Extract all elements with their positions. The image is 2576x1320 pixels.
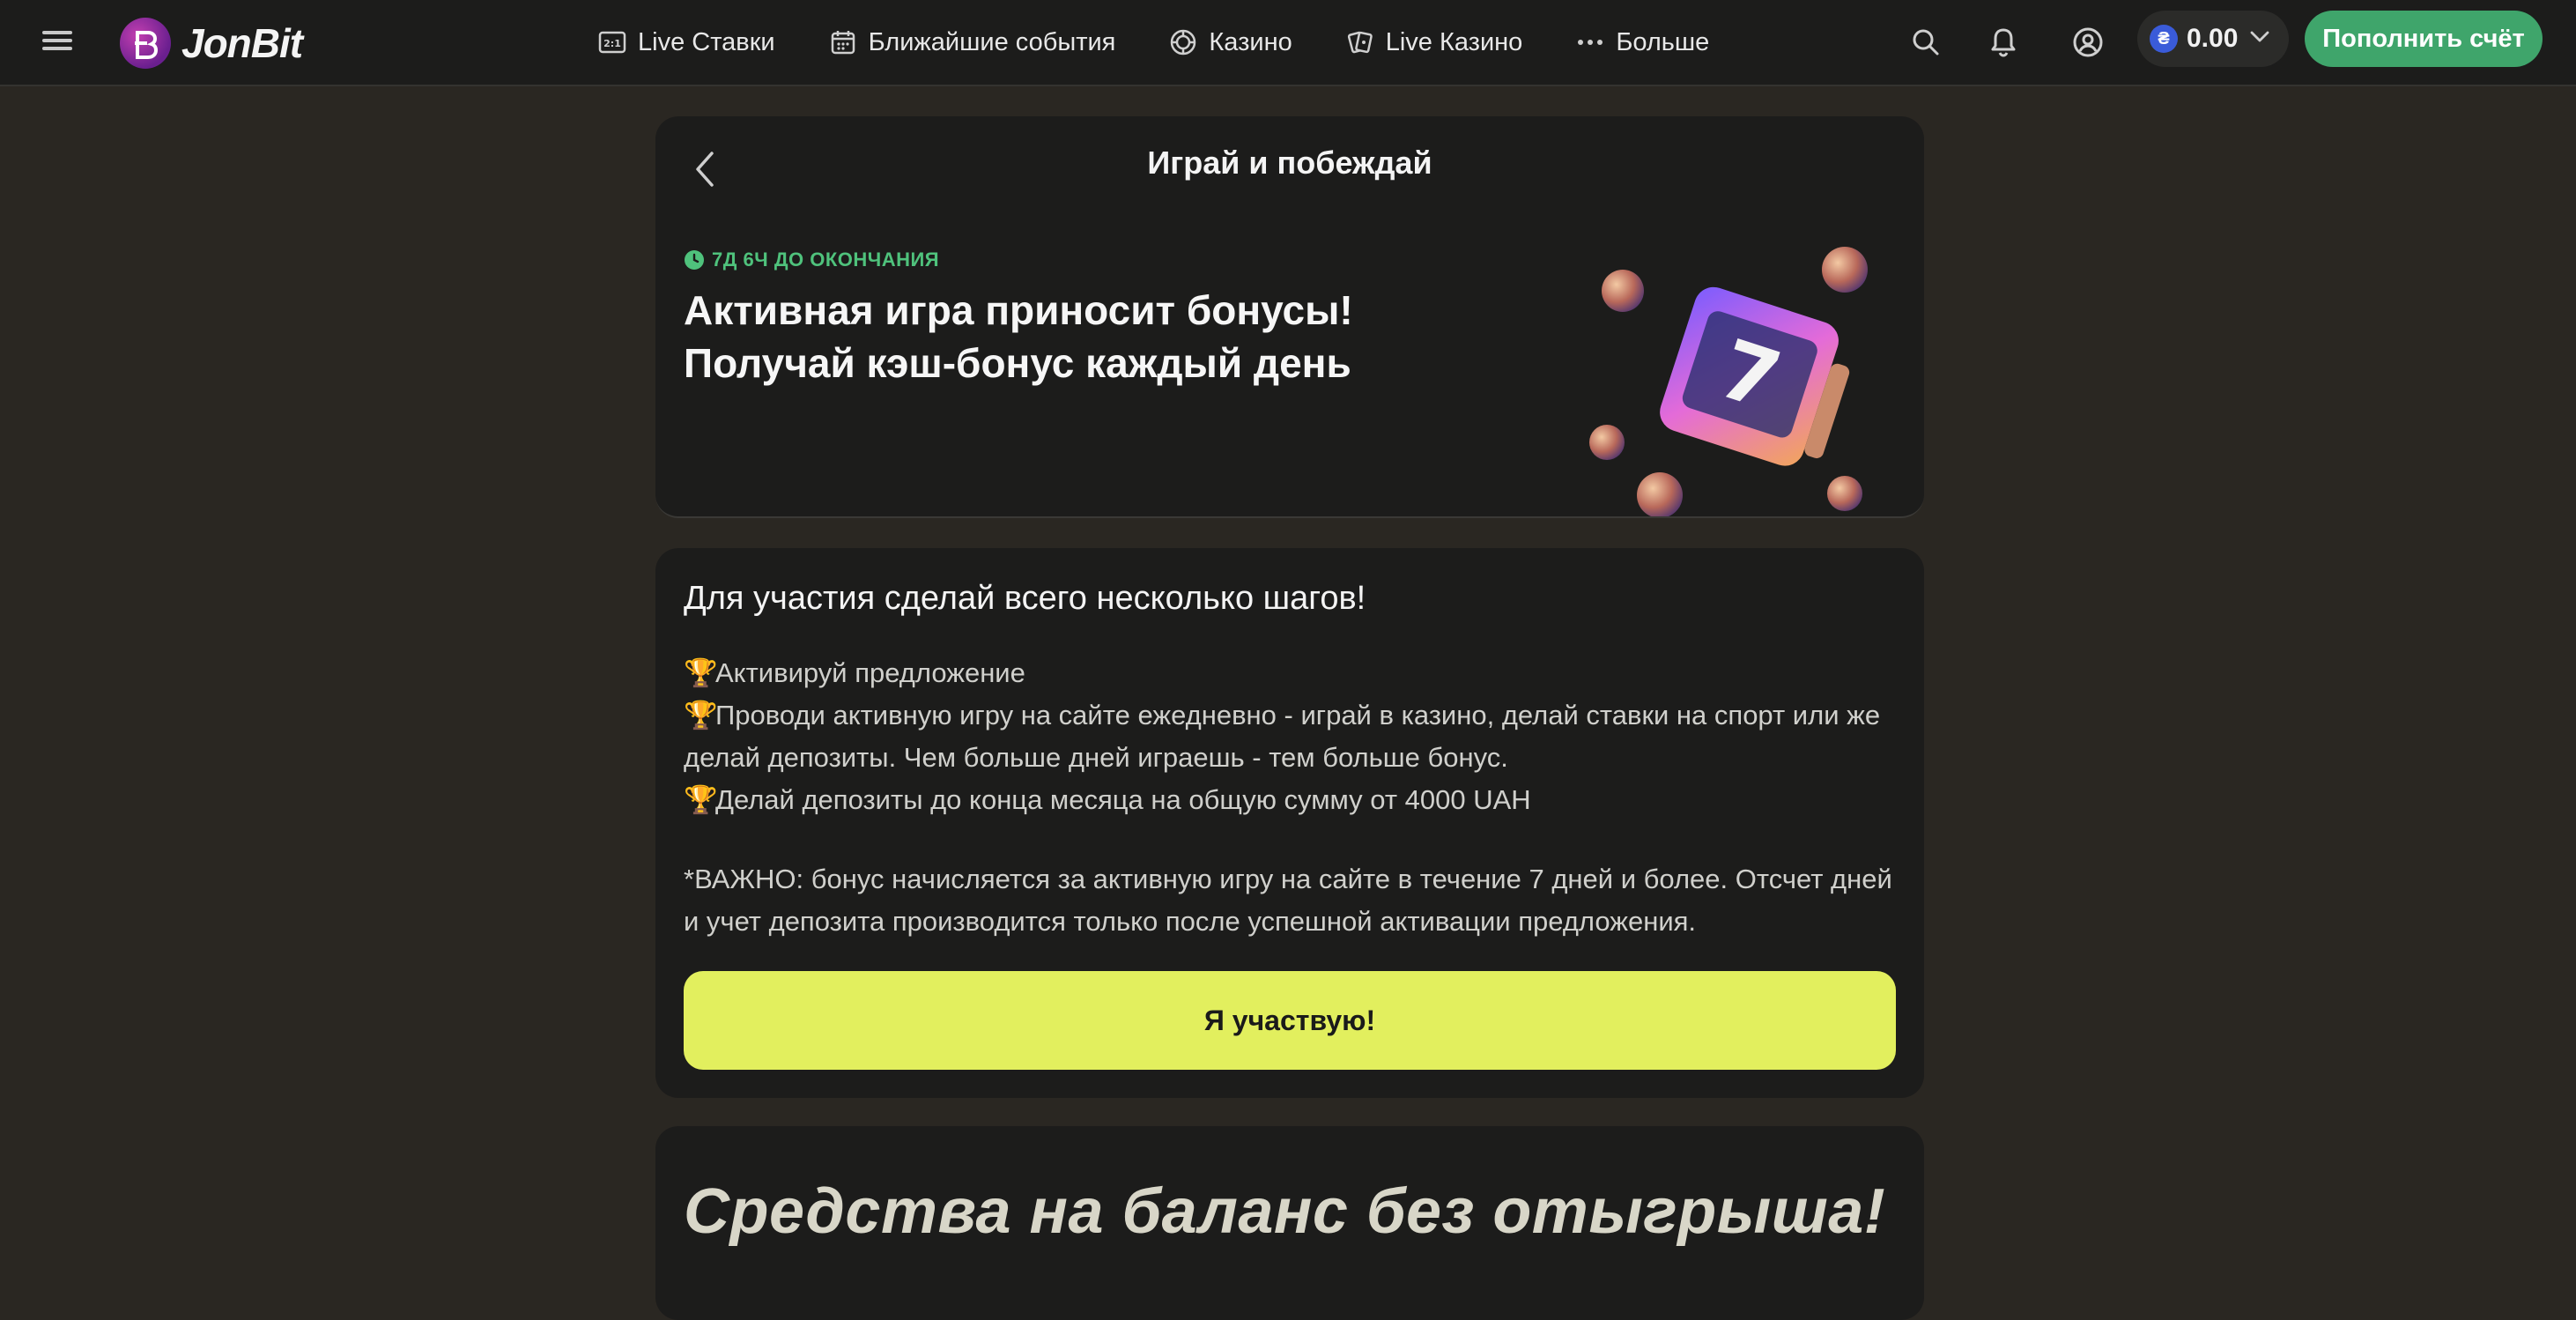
nav-more[interactable]: Больше (1575, 27, 1709, 57)
live-bets-icon: 2:1 (597, 27, 627, 57)
nav-label: Live Казино (1385, 27, 1523, 56)
bell-icon[interactable] (1982, 21, 2025, 63)
main-nav: 2:1 Live Ставки Ближайшие события Казино… (597, 0, 1709, 85)
slot-machine-illustration: 7 (1589, 247, 1868, 516)
promo-header-card: Играй и побеждай 7Д 6Ч ДО ОКОНЧАНИЯ Акти… (655, 116, 1924, 518)
currency-coin-icon: ₴ (2150, 25, 2178, 53)
casino-chip-icon (1168, 27, 1198, 57)
no-wager-banner-card: Средства на баланс без отыгрыша! (655, 1126, 1924, 1320)
nav-label: Ближайшие события (868, 27, 1116, 56)
user-profile-icon[interactable] (2067, 21, 2109, 63)
brand-logo[interactable]: JonBit (120, 12, 303, 74)
nav-live-casino[interactable]: Live Казино (1345, 27, 1523, 57)
search-icon[interactable] (1905, 21, 1947, 63)
balance-selector[interactable]: ₴ 0.00 (2137, 11, 2289, 67)
participate-button[interactable]: Я участвую! (684, 971, 1896, 1070)
trophy-icon: 🏆 (684, 657, 718, 688)
chevron-down-icon (2250, 31, 2269, 48)
deposit-button[interactable]: Пополнить счёт (2305, 11, 2543, 67)
trophy-icon: 🏆 (684, 700, 718, 730)
more-dots-icon (1575, 27, 1605, 57)
list-item: 🏆Активируй предложение (684, 652, 1896, 694)
top-bar: JonBit 2:1 Live Ставки Ближайшие события… (0, 0, 2576, 86)
steps-card: Для участия сделай всего несколько шагов… (655, 548, 1924, 1098)
steps-heading: Для участия сделай всего несколько шагов… (684, 580, 1366, 617)
promo-headline: Активная игра приносит бонусы! Получай к… (684, 284, 1477, 389)
nav-label: Live Ставки (638, 27, 775, 56)
countdown-text: 7Д 6Ч ДО ОКОНЧАНИЯ (712, 248, 940, 271)
nav-upcoming-events[interactable]: Ближайшие события (828, 27, 1116, 57)
nav-casino[interactable]: Казино (1168, 27, 1292, 57)
banner-headline: Средства на баланс без отыгрыша! (684, 1176, 1886, 1247)
logo-mark-icon (120, 18, 171, 69)
page-title: Играй и побеждай (1147, 145, 1432, 181)
trophy-icon: 🏆 (684, 784, 718, 815)
countdown-badge: 7Д 6Ч ДО ОКОНЧАНИЯ (684, 248, 939, 271)
brand-name: JonBit (181, 20, 303, 66)
clock-icon (685, 250, 704, 270)
steps-list: 🏆Активируй предложение 🏆Проводи активную… (684, 652, 1896, 821)
balance-amount: 0.00 (2187, 24, 2239, 53)
promo-headline-line2: Получай кэш-бонус каждый день (684, 340, 1351, 386)
svg-text:2:1: 2:1 (603, 38, 621, 49)
nav-live-bets[interactable]: 2:1 Live Ставки (597, 27, 775, 57)
menu-icon[interactable] (42, 26, 72, 56)
promo-headline-line1: Активная игра приносит бонусы! (684, 287, 1353, 333)
list-item: 🏆Делай депозиты до конца месяца на общую… (684, 779, 1896, 821)
list-item: 🏆Проводи активную игру на сайте ежедневн… (684, 694, 1896, 779)
important-note: *ВАЖНО: бонус начисляется за активную иг… (684, 864, 1892, 937)
nav-label: Больше (1616, 27, 1710, 56)
cards-icon (1345, 27, 1375, 57)
calendar-icon (828, 27, 858, 57)
nav-label: Казино (1209, 27, 1292, 56)
